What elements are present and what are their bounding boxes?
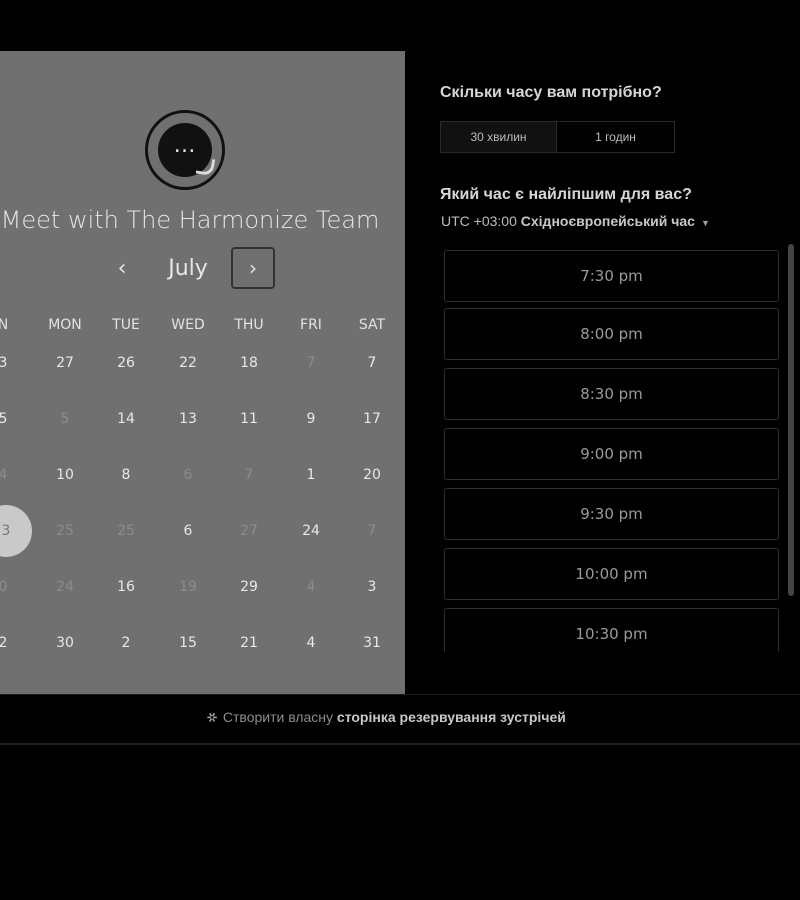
slot-scrollbar[interactable] [788, 244, 794, 656]
weekday-label: N [0, 317, 9, 333]
banner-text-fragment [180, 0, 201, 29]
weekday-label: WED [171, 317, 205, 333]
weekday-label: THU [234, 317, 264, 333]
timezone-name: Східноєвропейський час [520, 213, 695, 229]
top-banner [0, 0, 800, 50]
calendar-day[interactable]: 17 [347, 394, 397, 444]
scroll-thumb[interactable] [788, 244, 794, 596]
time-slot[interactable]: 10:30 pm [444, 608, 779, 652]
duration-option-60[interactable]: 1 годин [556, 121, 675, 153]
calendar-day: 25 [117, 523, 135, 539]
calendar-day[interactable]: 3 [347, 562, 397, 612]
timezone-offset: UTC +03:00 [441, 213, 517, 229]
calendar-day: 27 [240, 523, 258, 539]
calendar-day: 7 [244, 467, 254, 483]
weekday-label: TUE [112, 317, 140, 333]
prev-month-button[interactable]: ‹ [110, 254, 134, 284]
calendar-day: 25 [56, 523, 74, 539]
calendar-day[interactable]: 10 [40, 450, 90, 500]
meeting-title: Meet with The Harmonize Team [0, 206, 380, 234]
calendar-day[interactable]: 4 [286, 618, 336, 668]
calendar-day: 24 [56, 579, 74, 595]
time-question: Який час є найліпшим для вас? [440, 186, 692, 203]
chat-bubble-icon: … [145, 110, 225, 190]
duration-option-30[interactable]: 30 хвилин [440, 121, 557, 153]
calendar-day: 5 [60, 411, 70, 427]
calendar-panel: … Meet with The Harmonize Team ‹ July › … [0, 51, 405, 694]
calendar-day[interactable]: 26 [101, 338, 151, 388]
calendar-day: 19 [179, 579, 197, 595]
calendar-day[interactable]: 29 [224, 562, 274, 612]
calendar-day[interactable]: 31 [347, 618, 397, 668]
calendar-day[interactable]: 9 [286, 394, 336, 444]
calendar-day[interactable]: 14 [101, 394, 151, 444]
time-slot[interactable]: 8:30 pm [444, 368, 779, 420]
calendar-day[interactable]: 13 [163, 394, 213, 444]
calendar-day: 4 [0, 467, 8, 483]
calendar-day[interactable]: 11 [224, 394, 274, 444]
calendar-day: 7 [367, 523, 377, 539]
calendar-day[interactable]: 7 [347, 338, 397, 388]
calendar-day[interactable]: 16 [101, 562, 151, 612]
footer-prefix: Створити власну [222, 709, 334, 725]
weekday-label: MON [48, 317, 82, 333]
calendar-day: 6 [183, 467, 193, 483]
calendar-day[interactable]: 2 [101, 618, 151, 668]
time-slot[interactable]: 8:00 pm [444, 308, 779, 360]
time-slot[interactable]: 10:00 pm [444, 548, 779, 600]
timezone-selector[interactable]: UTC +03:00 Східноєвропейський час ▼ [441, 213, 710, 229]
calendar-day[interactable]: 24 [286, 506, 336, 556]
calendar-day[interactable]: 6 [163, 506, 213, 556]
time-slot[interactable]: 7:30 pm [444, 250, 779, 302]
calendar-day[interactable]: 2 [0, 618, 28, 668]
calendar-day[interactable]: 3 [0, 338, 28, 388]
weekday-label: SAT [358, 317, 386, 333]
calendar-day[interactable]: 20 [347, 450, 397, 500]
calendar-day[interactable]: 21 [224, 618, 274, 668]
selected-date[interactable]: 3 [0, 505, 32, 557]
calendar-day[interactable]: 15 [163, 618, 213, 668]
duration-question: Скільки часу вам потрібно? [440, 84, 662, 101]
month-label: July [168, 256, 208, 281]
time-slot-list: 7:30 pm 8:00 pm 8:30 pm 9:00 pm 9:30 pm … [440, 245, 785, 652]
footer-link-text: сторінка резервування зустрічей [336, 709, 566, 725]
time-slot[interactable]: 9:30 pm [444, 488, 779, 540]
time-slot[interactable]: 9:00 pm [444, 428, 779, 480]
weekday-label: FRI [300, 317, 322, 333]
caret-down-icon: ▼ [700, 218, 710, 228]
calendar-day[interactable]: 1 [286, 450, 336, 500]
calendar-day[interactable]: 27 [40, 338, 90, 388]
calendar-day[interactable]: 30 [40, 618, 90, 668]
create-booking-page-link[interactable]: ✲ Створити власну сторінка резервування з… [203, 708, 566, 727]
calendar-day[interactable]: 8 [101, 450, 151, 500]
calendar-day: 4 [306, 579, 316, 595]
hubspot-sprocket-icon: ✲ [203, 708, 221, 727]
calendar-day[interactable]: 22 [163, 338, 213, 388]
calendar-day[interactable]: 18 [224, 338, 274, 388]
calendar-day: 7 [306, 355, 316, 371]
next-month-button[interactable]: › [231, 247, 275, 289]
calendar-day: 0 [0, 579, 8, 595]
calendar-day[interactable]: 5 [0, 394, 28, 444]
